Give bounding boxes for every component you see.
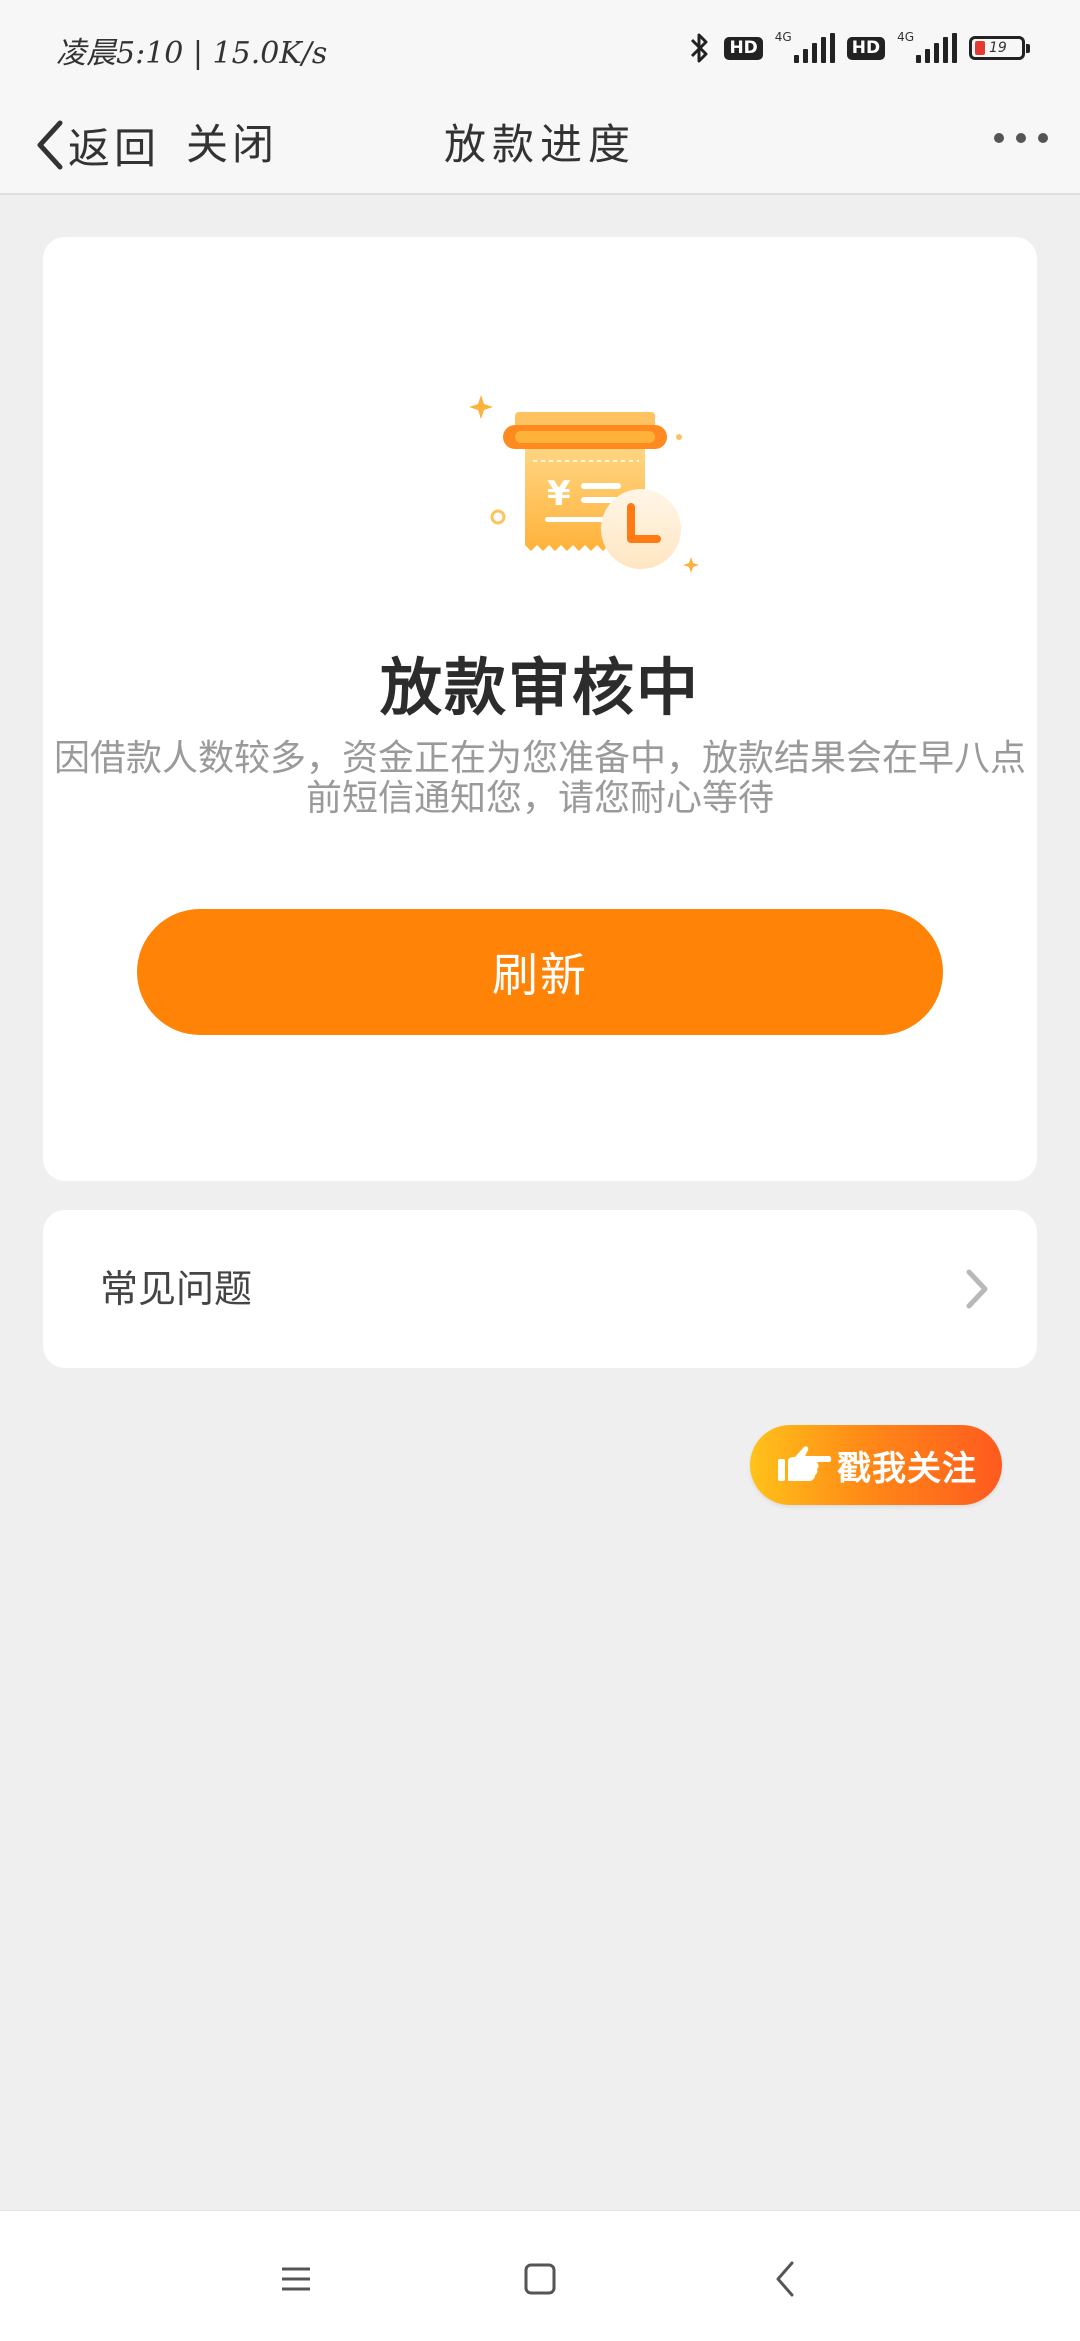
status-description: 因借款人数较多，资金正在为您准备中，放款结果会在早八点前短信通知您，请您耐心等待 [53,738,1026,819]
refresh-button[interactable]: 刷新 [137,909,943,1035]
pointing-hand-icon [778,1446,832,1481]
loan-status-card: ¥ 放款审核中 因借款人数较多，资金正在为您准备中，放款结果会在早八点前短信通知… [43,237,1037,1181]
follow-label: 戳我关注 [837,1448,977,1489]
status-bar: 凌晨5:10 | 15.0K/s HD 4G HD 4G 19 [0,0,1080,95]
system-nav-bar [0,2210,1080,2341]
hd-badge: HD [724,36,763,60]
page-title: 放款进度 [443,120,636,169]
chevron-right-icon [966,1269,988,1309]
home-icon[interactable] [520,2259,560,2299]
back-nav-icon[interactable] [766,2259,806,2299]
nav-bar: 返回 关闭 放款进度 [0,95,1080,195]
battery-level: 19 [989,40,1007,56]
signal-icon [793,33,835,63]
receipt-clock-icon: ¥ [469,395,699,573]
follow-button[interactable]: 戳我关注 [750,1425,1002,1505]
bluetooth-icon [691,33,708,63]
more-dot-icon [1038,133,1048,143]
menu-icon[interactable] [276,2259,316,2299]
more-dot-icon [994,133,1004,143]
svg-text:¥: ¥ [547,474,571,514]
network-type-2: 4G [897,30,914,44]
hd-badge-2: HD [846,36,886,60]
status-icons: HD 4G HD 4G 19 [688,24,1030,72]
faq-label: 常见问题 [100,1267,253,1311]
signal-icon-2 [916,33,957,63]
battery-icon: 19 [969,36,1030,60]
more-dot-icon [1016,133,1026,143]
status-time: 凌晨5:10 | 15.0K/s [56,36,328,71]
status-title: 放款审核中 [379,651,700,724]
network-type: 4G [774,30,792,44]
more-button[interactable] [994,133,1048,143]
faq-row[interactable]: 常见问题 [43,1210,1037,1368]
